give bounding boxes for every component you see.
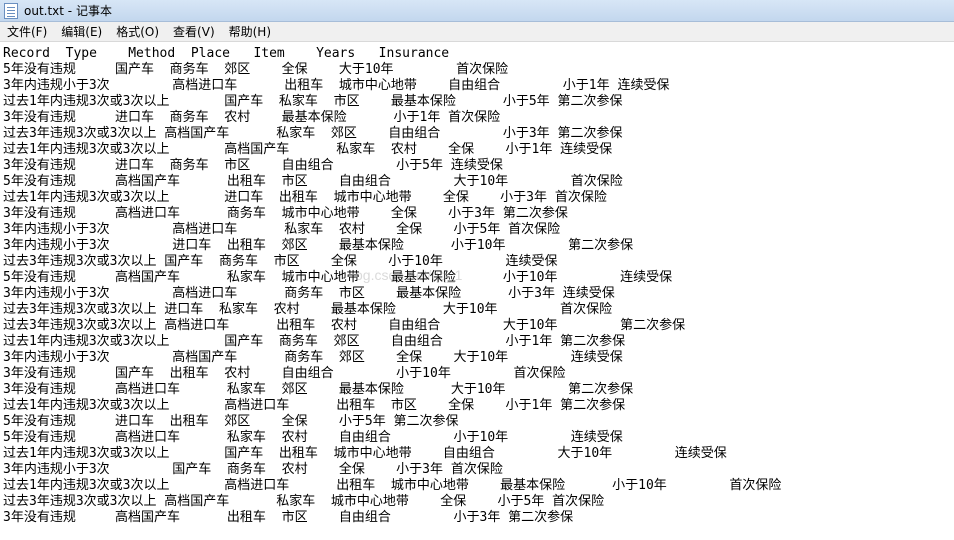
menu-view[interactable]: 查看(V) xyxy=(166,22,222,42)
menu-bar: 文件(F) 编辑(E) 格式(O) 查看(V) 帮助(H) xyxy=(0,22,954,42)
text-line: 5年没有违规 高档国产车 出租车 市区 自由组合 大于10年 首次保险 xyxy=(3,174,623,189)
text-line: 5年没有违规 国产车 商务车 郊区 全保 大于10年 首次保险 xyxy=(3,62,509,77)
text-line: 3年内违规小于3次 高档进口车 出租车 城市中心地带 自由组合 小于1年 连续受… xyxy=(3,78,670,93)
text-line: 5年没有违规 进口车 出租车 郊区 全保 小于5年 第二次参保 xyxy=(3,414,459,429)
text-line: 3年没有违规 高档国产车 出租车 市区 自由组合 小于3年 第二次参保 xyxy=(3,510,574,525)
text-line: 5年没有违规 高档进口车 私家车 农村 自由组合 小于10年 连续受保 xyxy=(3,430,623,445)
text-line: 3年内违规小于3次 高档进口车 商务车 市区 最基本保险 小于3年 连续受保 xyxy=(3,286,615,301)
text-line: 3年内违规小于3次 高档国产车 商务车 郊区 全保 大于10年 连续受保 xyxy=(3,350,623,365)
text-line: 3年没有违规 国产车 出租车 农村 自由组合 小于10年 首次保险 xyxy=(3,366,566,381)
text-line: 过去3年违规3次或3次以上 高档国产车 私家车 郊区 自由组合 小于3年 第二次… xyxy=(3,126,623,141)
text-line: 过去1年内违规3次或3次以上 国产车 私家车 市区 最基本保险 小于5年 第二次… xyxy=(3,94,623,109)
text-line: 3年没有违规 进口车 商务车 农村 最基本保险 小于1年 首次保险 xyxy=(3,110,501,125)
window-title: out.txt - 记事本 xyxy=(24,4,112,18)
text-line: 3年没有违规 高档进口车 商务车 城市中心地带 全保 小于3年 第二次参保 xyxy=(3,206,568,221)
text-line: 3年内违规小于3次 高档进口车 私家车 农村 全保 小于5年 首次保险 xyxy=(3,222,561,237)
document-text: Record Type Method Place Item Years Insu… xyxy=(3,46,781,526)
text-line: 3年没有违规 高档进口车 私家车 郊区 最基本保险 大于10年 第二次参保 xyxy=(3,382,634,397)
menu-edit[interactable]: 编辑(E) xyxy=(54,22,109,42)
text-line: 3年内违规小于3次 进口车 出租车 郊区 最基本保险 小于10年 第二次参保 xyxy=(3,238,634,253)
menu-help[interactable]: 帮助(H) xyxy=(222,22,278,42)
title-bar: out.txt - 记事本 xyxy=(0,0,954,22)
text-line: 过去1年内违规3次或3次以上 高档国产车 私家车 农村 全保 小于1年 连续受保 xyxy=(3,142,613,157)
text-line: 过去1年内违规3次或3次以上 进口车 出租车 城市中心地带 全保 小于3年 首次… xyxy=(3,190,607,205)
text-line: 过去1年内违规3次或3次以上 国产车 商务车 郊区 自由组合 小于1年 第二次参… xyxy=(3,334,626,349)
notepad-icon xyxy=(4,2,18,19)
text-line: 过去1年内违规3次或3次以上 高档进口车 出租车 市区 全保 小于1年 第二次参… xyxy=(3,398,626,413)
text-line: 3年内违规小于3次 国产车 商务车 农村 全保 小于3年 首次保险 xyxy=(3,462,503,477)
text-line: 过去1年内违规3次或3次以上 高档进口车 出租车 城市中心地带 最基本保险 小于… xyxy=(3,478,782,493)
text-line: 过去3年违规3次或3次以上 进口车 私家车 农村 最基本保险 大于10年 首次保… xyxy=(3,302,613,317)
text-line: 过去1年内违规3次或3次以上 国产车 出租车 城市中心地带 自由组合 大于10年… xyxy=(3,446,727,461)
text-line: 过去3年违规3次或3次以上 高档国产车 私家车 城市中心地带 全保 小于5年 首… xyxy=(3,494,605,509)
text-line: 过去3年违规3次或3次以上 高档进口车 出租车 农村 自由组合 大于10年 第二… xyxy=(3,318,686,333)
menu-file[interactable]: 文件(F) xyxy=(0,22,54,42)
menu-format[interactable]: 格式(O) xyxy=(109,22,166,42)
watermark: og.csdn.net/qq_1 xyxy=(355,267,463,283)
text-line: Record Type Method Place Item Years Insu… xyxy=(3,46,450,61)
text-line: 3年没有违规 进口车 商务车 市区 自由组合 小于5年 连续受保 xyxy=(3,158,503,173)
text-editor[interactable]: Record Type Method Place Item Years Insu… xyxy=(0,42,954,540)
